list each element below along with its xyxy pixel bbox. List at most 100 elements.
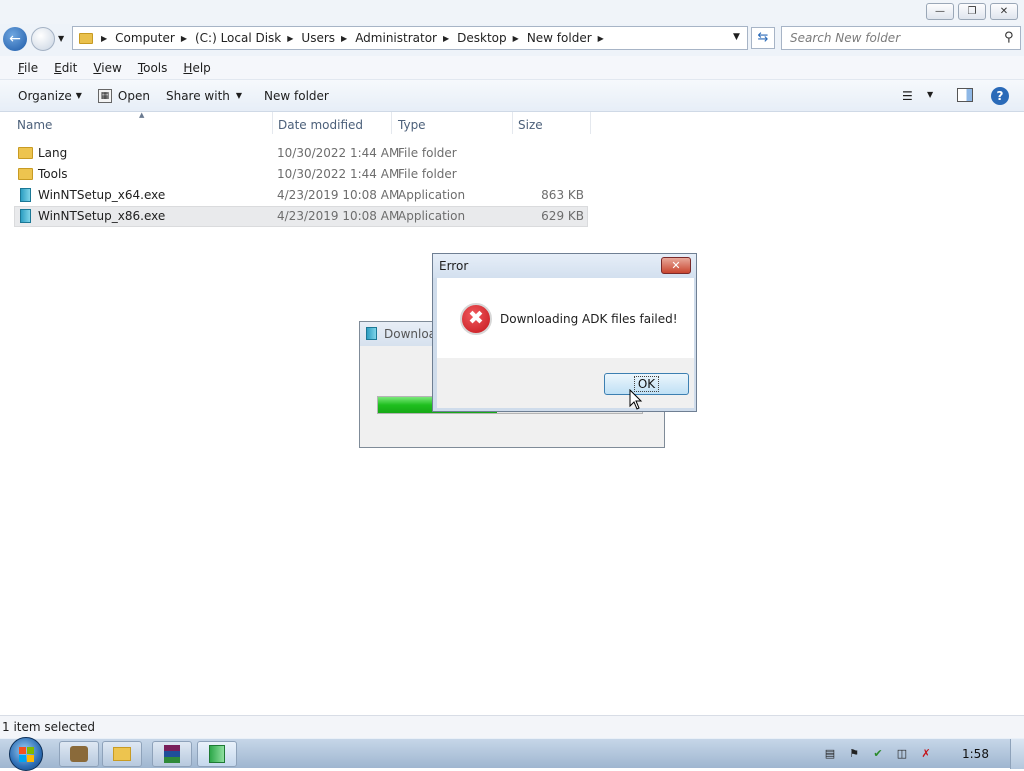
archive-icon (164, 745, 180, 763)
organize-button[interactable]: Organize ▼ (18, 89, 82, 103)
menu-tools[interactable]: Tools (138, 61, 168, 75)
breadcrumb-new-folder[interactable]: New folder (527, 31, 592, 45)
file-date: 4/23/2019 10:08 AM (277, 188, 400, 202)
column-header-type[interactable]: Type (398, 116, 510, 136)
file-size: 863 KB (541, 188, 584, 202)
forward-button[interactable] (31, 27, 55, 51)
application-icon (366, 327, 377, 340)
chevron-right-icon[interactable]: ▶ (181, 34, 187, 43)
address-bar[interactable]: ▶ Computer ▶ (C:) Local Disk ▶ Users ▶ A… (72, 26, 748, 50)
new-folder-button[interactable]: New folder (264, 89, 329, 103)
error-icon: ✖ (460, 303, 492, 335)
show-desktop-button[interactable] (1010, 739, 1024, 769)
file-type: File folder (398, 167, 457, 181)
windows-logo-icon (19, 747, 26, 754)
change-view-icon[interactable]: ☰ (902, 89, 913, 103)
preview-pane-icon[interactable] (957, 88, 973, 102)
new-folder-label: New folder (264, 88, 329, 103)
taskbar-archive-button[interactable] (152, 741, 192, 767)
status-bar: 1 item selected (0, 715, 1024, 738)
tray-document-icon[interactable]: ▤ (823, 747, 837, 761)
organize-label: Organize (18, 88, 72, 103)
share-with-button[interactable]: Share with ▼ (166, 89, 242, 103)
close-button[interactable]: ✕ (990, 3, 1018, 20)
chevron-right-icon[interactable]: ▶ (101, 34, 107, 43)
network-icon[interactable]: ◫ (895, 747, 909, 761)
search-icon[interactable]: ⚲ (1004, 30, 1014, 45)
taskbar-setup-button[interactable] (197, 741, 237, 767)
menu-file[interactable]: File (18, 61, 38, 75)
menu-help[interactable]: Help (183, 61, 210, 75)
breadcrumb-local-disk[interactable]: (C:) Local Disk (195, 31, 281, 45)
address-dropdown-icon[interactable]: ▼ (733, 32, 740, 42)
column-header-date[interactable]: Date modified (278, 116, 390, 136)
breadcrumb-computer[interactable]: Computer (115, 31, 175, 45)
app-icon (70, 746, 88, 762)
setup-icon (209, 745, 225, 763)
file-name: Lang (38, 146, 68, 160)
restore-button[interactable]: ❐ (958, 3, 986, 20)
window-titlebar: — ❐ ✕ (0, 0, 1024, 24)
column-divider[interactable] (391, 112, 392, 134)
menu-edit[interactable]: Edit (54, 61, 77, 75)
volume-muted-icon[interactable]: ✗ (919, 747, 933, 761)
safely-remove-icon[interactable]: ✔ (871, 747, 885, 761)
share-with-label: Share with (165, 88, 230, 103)
list-item[interactable]: WinNTSetup_x64.exe 4/23/2019 10:08 AM Ap… (14, 185, 588, 206)
list-item[interactable]: Lang 10/30/2022 1:44 AM File folder (14, 143, 588, 164)
column-divider[interactable] (590, 112, 591, 134)
view-options-chevron-icon[interactable]: ▼ (927, 90, 933, 99)
file-name: WinNTSetup_x64.exe (38, 188, 166, 202)
breadcrumb-administrator[interactable]: Administrator (355, 31, 437, 45)
start-button[interactable] (9, 737, 43, 771)
ok-button[interactable]: OK (604, 373, 689, 395)
chevron-right-icon[interactable]: ▶ (443, 34, 449, 43)
list-item-selected[interactable]: WinNTSetup_x86.exe 4/23/2019 10:08 AM Ap… (14, 206, 588, 227)
help-icon[interactable]: ? (991, 87, 1009, 105)
column-divider[interactable] (512, 112, 513, 134)
open-button[interactable]: ▦ Open (97, 88, 150, 103)
error-dialog-footer: OK (437, 358, 694, 408)
back-arrow-icon: ← (9, 31, 21, 47)
windows-logo-icon (19, 755, 26, 762)
file-date: 10/30/2022 1:44 AM (277, 146, 400, 160)
chevron-right-icon[interactable]: ▶ (287, 34, 293, 43)
error-message: Downloading ADK files failed! (500, 312, 678, 326)
minimize-button[interactable]: — (926, 3, 954, 20)
file-size: 629 KB (541, 209, 584, 223)
taskbar-explorer-button[interactable] (102, 741, 142, 767)
chevron-right-icon[interactable]: ▶ (598, 34, 604, 43)
error-dialog-title: Error (439, 259, 469, 273)
refresh-button[interactable]: ⇆ (751, 27, 775, 49)
status-text: 1 item selected (2, 720, 96, 734)
folder-icon (18, 147, 33, 159)
breadcrumb-users[interactable]: Users (301, 31, 335, 45)
open-icon: ▦ (97, 88, 112, 103)
column-header-size[interactable]: Size (518, 116, 588, 136)
file-name: Tools (38, 167, 68, 181)
chevron-down-icon: ▼ (75, 91, 82, 100)
taskbar-app-button[interactable] (59, 741, 99, 767)
breadcrumb-desktop[interactable]: Desktop (457, 31, 507, 45)
progress-window-title: Downloa (384, 327, 437, 341)
folder-icon (79, 32, 93, 44)
chevron-right-icon[interactable]: ▶ (341, 34, 347, 43)
column-divider[interactable] (272, 112, 273, 134)
column-header-name[interactable]: Name (17, 116, 271, 136)
windows-logo-icon (27, 747, 34, 754)
back-button[interactable]: ← (3, 27, 27, 51)
application-icon (20, 209, 31, 223)
list-item[interactable]: Tools 10/30/2022 1:44 AM File folder (14, 164, 588, 185)
chevron-right-icon[interactable]: ▶ (513, 34, 519, 43)
menu-bar: File Edit View Tools Help (0, 56, 1024, 80)
file-type: File folder (398, 146, 457, 160)
clock[interactable]: 1:58 (962, 747, 989, 761)
menu-view[interactable]: View (93, 61, 121, 75)
file-type: Application (398, 209, 466, 223)
folder-icon (113, 747, 131, 761)
folder-icon (18, 168, 33, 180)
search-input[interactable]: Search New folder ⚲ (781, 26, 1021, 50)
recent-pages-icon[interactable]: ▼ (58, 34, 64, 43)
dialog-close-button[interactable]: ✕ (661, 257, 691, 274)
action-center-flag-icon[interactable]: ⚑ (847, 747, 861, 761)
